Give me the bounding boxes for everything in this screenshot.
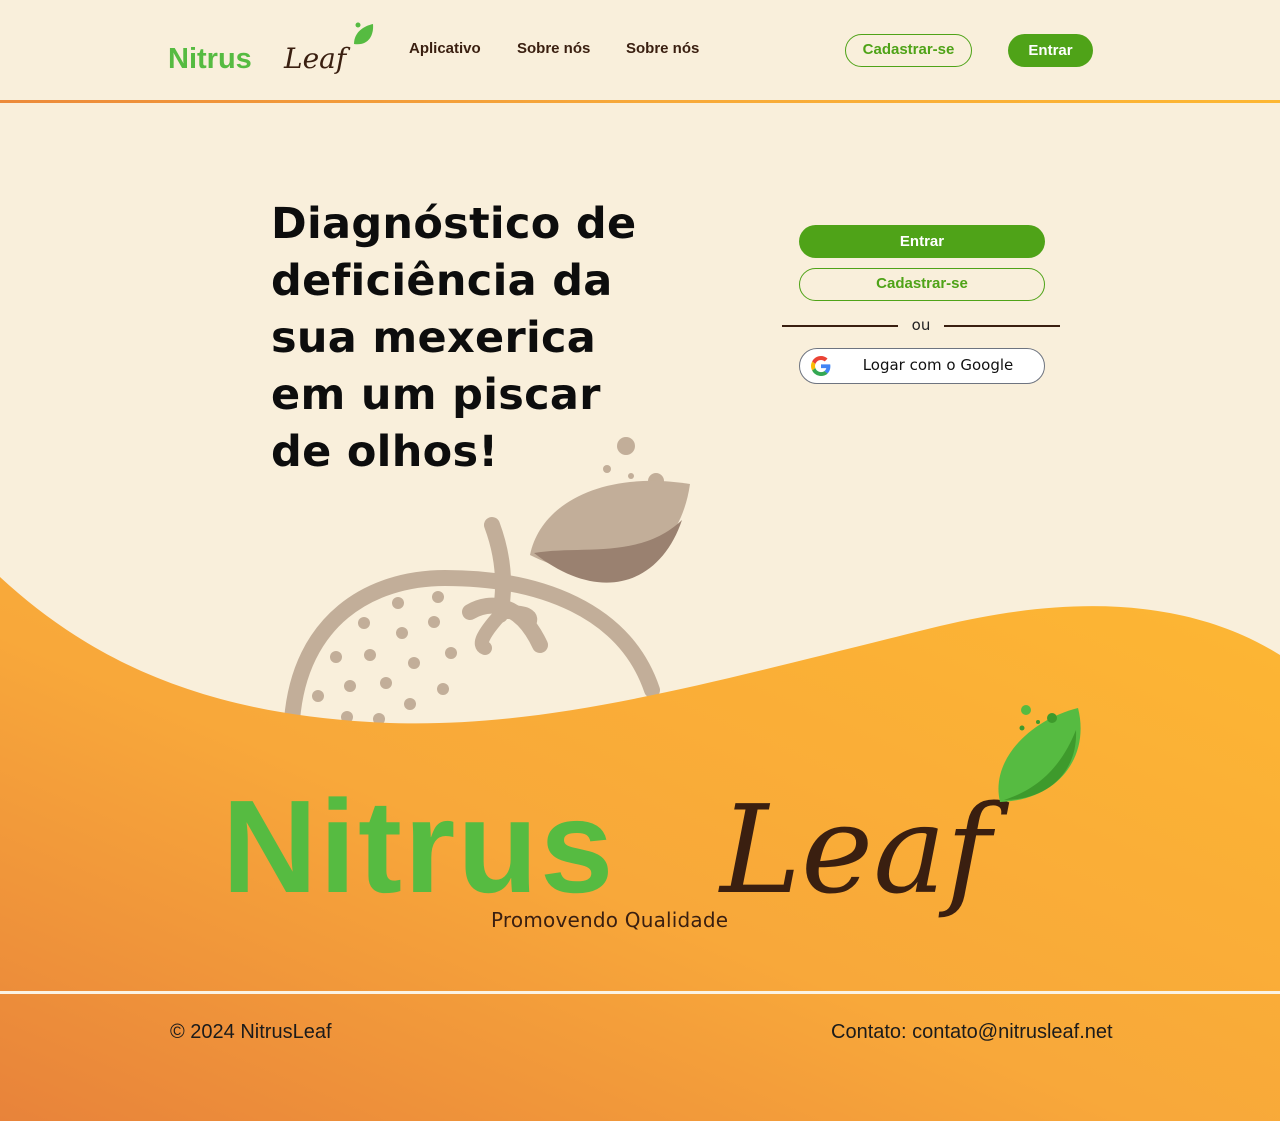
google-g-icon [811,356,831,376]
footer-copyright: © 2024 NitrusLeaf [170,1021,332,1043]
divider-right [944,325,1060,327]
svg-text:Nitrus: Nitrus [222,773,615,920]
hero-heading: Diagnóstico de deficiência da sua mexeri… [271,196,651,481]
svg-text:Nitrus: Nitrus [168,43,252,75]
hero-heading-line: Diagnóstico de [271,199,637,249]
register-button[interactable]: Cadastrar-se [799,268,1045,301]
footer-contact[interactable]: Contato: contato@nitrusleaf.net [831,1021,1113,1044]
svg-text:Leaf: Leaf [283,42,351,75]
hero-background [0,437,1280,1121]
header-register-button[interactable]: Cadastrar-se [845,34,972,67]
nav-link-sobre-nos-2[interactable]: Sobre nós [626,40,699,57]
header-divider [0,100,1280,103]
nav-link-sobre-nos[interactable]: Sobre nós [517,40,590,57]
login-button[interactable]: Entrar [799,225,1045,258]
google-login-label: Logar com o Google [862,356,1014,374]
divider-or-label: ou [911,316,931,334]
hero-heading-line: deficiência da [271,256,613,306]
footer-divider [0,991,1280,994]
google-login-button[interactable]: Logar com o Google [799,348,1045,384]
hero-heading-line: sua mexerica [271,313,597,363]
header-login-button[interactable]: Entrar [1008,34,1093,67]
brand-tagline: Promovendo Qualidade [491,908,729,932]
nav-link-aplicativo[interactable]: Aplicativo [409,40,481,57]
hero-heading-line: em um piscar [271,370,601,420]
hero-heading-line: de olhos! [271,427,499,477]
nitrusleaf-brand-logo: Nitrus Leaf [222,705,1081,921]
nitrusleaf-logo[interactable]: Nitrus Leaf [168,20,378,76]
divider-left [782,325,898,327]
svg-text:Leaf: Leaf [718,779,1010,921]
